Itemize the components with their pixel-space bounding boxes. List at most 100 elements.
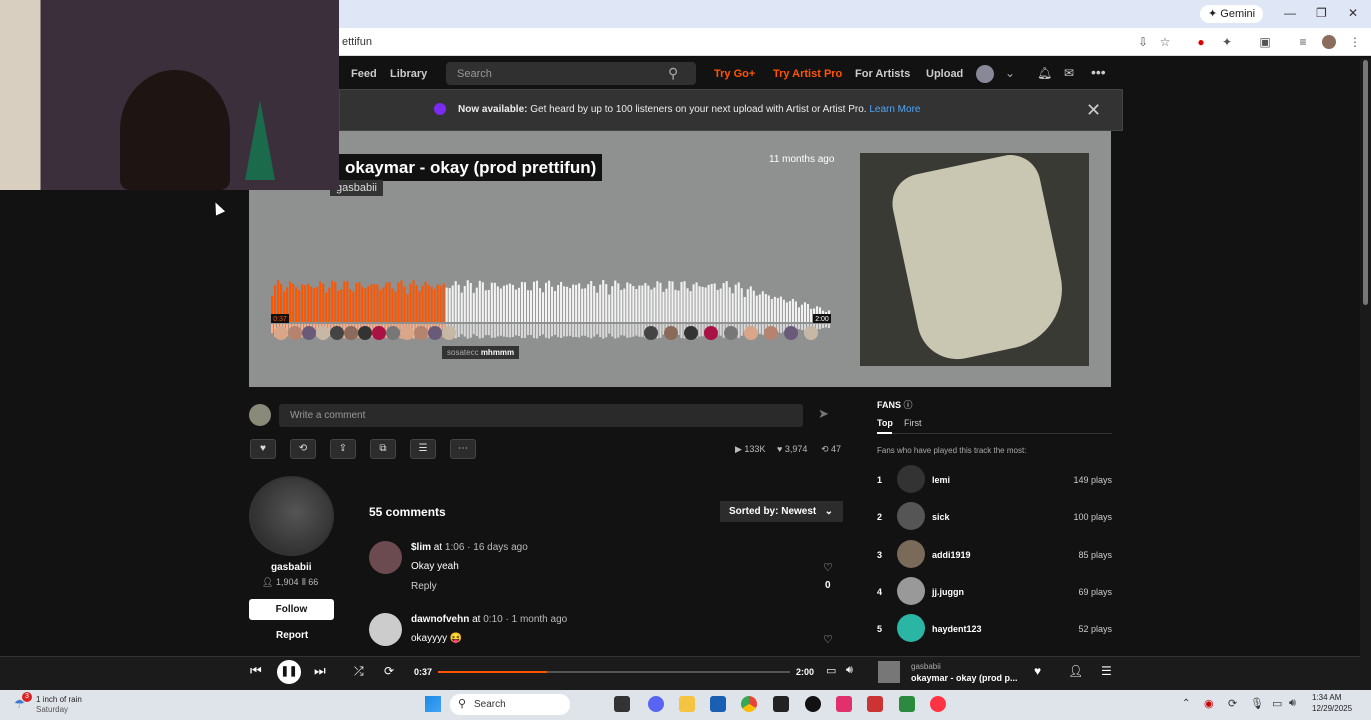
file-explorer-icon[interactable] [679, 696, 695, 712]
timed-comment-avatar[interactable] [442, 326, 456, 340]
search-input[interactable]: Search ⚲ [446, 62, 696, 85]
opera-extension-icon[interactable]: ● [1194, 35, 1208, 49]
waveform-bar[interactable] [505, 284, 508, 322]
waveform-bar[interactable] [557, 285, 560, 322]
timed-comment-avatar[interactable] [302, 326, 316, 340]
waveform-bar[interactable] [608, 294, 611, 322]
waveform-bar[interactable] [788, 301, 791, 322]
waveform-bar[interactable] [403, 286, 406, 323]
discord-icon[interactable] [648, 696, 664, 712]
waveform-bar[interactable] [349, 289, 352, 322]
comment-avatar[interactable] [369, 613, 402, 646]
tray-app-icon[interactable]: ◉ [1204, 697, 1214, 710]
waveform-bar[interactable] [382, 287, 385, 322]
waveform-bar[interactable] [490, 282, 493, 322]
waveform-bar[interactable] [313, 288, 316, 322]
minimize-icon[interactable]: — [1284, 6, 1296, 20]
waveform-bar[interactable] [581, 288, 584, 322]
waveform-bar[interactable] [602, 280, 605, 322]
nav-try-go[interactable]: Try Go+ [714, 68, 755, 80]
browser-menu-icon[interactable]: ⋮ [1348, 35, 1362, 49]
chevron-down-icon[interactable]: ⌄ [1005, 66, 1015, 80]
timed-comment-avatar[interactable] [724, 326, 738, 340]
waveform-bar[interactable] [448, 288, 451, 322]
speaker-icon[interactable]: 🔊︎ [1289, 697, 1296, 710]
waveform-bar[interactable] [352, 291, 355, 322]
fan-name[interactable]: haydent123 [932, 624, 982, 634]
waveform-bar[interactable] [331, 280, 334, 322]
fan-name[interactable]: sick [932, 512, 950, 522]
user-avatar[interactable] [976, 65, 994, 83]
waveform-bar[interactable] [379, 289, 382, 322]
waveform-bar[interactable] [731, 293, 734, 322]
waveform-bar[interactable] [779, 296, 782, 322]
waveform-bar[interactable] [367, 286, 370, 322]
waveform-bar[interactable] [551, 286, 554, 322]
waveform-bar[interactable] [722, 283, 725, 322]
waveform-bar[interactable] [776, 298, 779, 322]
waveform-bar[interactable] [713, 283, 716, 322]
store-icon[interactable] [710, 696, 726, 712]
waveform-bar[interactable] [725, 281, 728, 322]
profile-avatar-icon[interactable] [1322, 35, 1336, 49]
waveform-bar[interactable] [659, 282, 662, 322]
timed-comment-avatar[interactable] [784, 326, 798, 340]
waveform-bar[interactable] [421, 286, 424, 322]
waveform-bar[interactable] [653, 287, 656, 322]
waveform-bar[interactable] [319, 281, 322, 322]
waveform-bar[interactable] [496, 286, 499, 322]
fan-avatar[interactable] [897, 614, 925, 643]
repeat-icon[interactable]: ⟳ [384, 664, 394, 678]
waveform-bar[interactable] [517, 287, 520, 322]
comment-like-icon[interactable]: ♡ [823, 561, 833, 574]
nav-library[interactable]: Library [390, 68, 427, 80]
waveform-bar[interactable] [502, 285, 505, 322]
waveform-bar[interactable] [611, 286, 614, 322]
waveform-bar[interactable] [563, 286, 566, 322]
previous-track-icon[interactable]: ⏮ [250, 663, 262, 679]
nav-for-artists[interactable]: For Artists [855, 68, 910, 80]
timed-comment-avatar[interactable] [344, 326, 358, 340]
waveform-bar[interactable] [364, 288, 367, 322]
waveform-bar[interactable] [746, 289, 749, 322]
weather-line2[interactable]: Saturday [36, 705, 68, 714]
waveform-bar[interactable] [728, 287, 731, 322]
waveform-bar[interactable] [605, 284, 608, 322]
nav-upload[interactable]: Upload [926, 68, 963, 80]
like-button[interactable]: ♥ [250, 439, 276, 459]
share-button[interactable]: ⇪ [330, 439, 356, 459]
waveform-bar[interactable] [529, 290, 533, 322]
waveform-bar[interactable] [415, 285, 418, 322]
epic-games-icon[interactable] [773, 696, 789, 712]
timed-comment-avatar[interactable] [358, 326, 372, 340]
waveform-bar[interactable] [307, 283, 310, 322]
waveform-bar[interactable] [544, 282, 548, 322]
page-scrollbar[interactable] [1360, 58, 1371, 690]
waveform-bar[interactable] [430, 286, 433, 322]
waveform-bar[interactable] [794, 301, 797, 322]
waveform[interactable]: 0:37 2:00 [271, 278, 831, 344]
follow-user-icon[interactable]: 👤︎ [1068, 664, 1083, 678]
repost-button[interactable]: ⟲ [290, 439, 316, 459]
pause-button[interactable]: ❚❚ [277, 660, 301, 684]
waveform-bar[interactable] [322, 283, 325, 322]
waveform-bar[interactable] [623, 288, 626, 322]
waveform-bar[interactable] [770, 299, 773, 322]
maximize-icon[interactable]: ❐ [1316, 6, 1327, 20]
timed-comment-avatar[interactable] [804, 326, 818, 340]
taskbar-search[interactable]: ⚲ Search [450, 694, 570, 715]
reading-list-icon[interactable]: ≡ [1296, 35, 1310, 49]
progress-bar[interactable] [438, 671, 790, 673]
waveform-bar[interactable] [755, 295, 758, 322]
waveform-bar[interactable] [797, 307, 800, 322]
waveform-bar[interactable] [337, 291, 340, 322]
queue-icon[interactable]: ☰ [1101, 664, 1112, 678]
like-icon[interactable]: ♥ [1034, 664, 1041, 678]
waveform-bar[interactable] [520, 281, 523, 322]
waveform-bar[interactable] [800, 304, 803, 322]
comment-like-icon[interactable]: ♡ [823, 633, 833, 646]
follow-button[interactable]: Follow [249, 599, 334, 620]
timed-comment-avatar[interactable] [704, 326, 718, 340]
shuffle-icon[interactable]: ⤮ [354, 664, 364, 679]
waveform-bar[interactable] [749, 286, 752, 322]
